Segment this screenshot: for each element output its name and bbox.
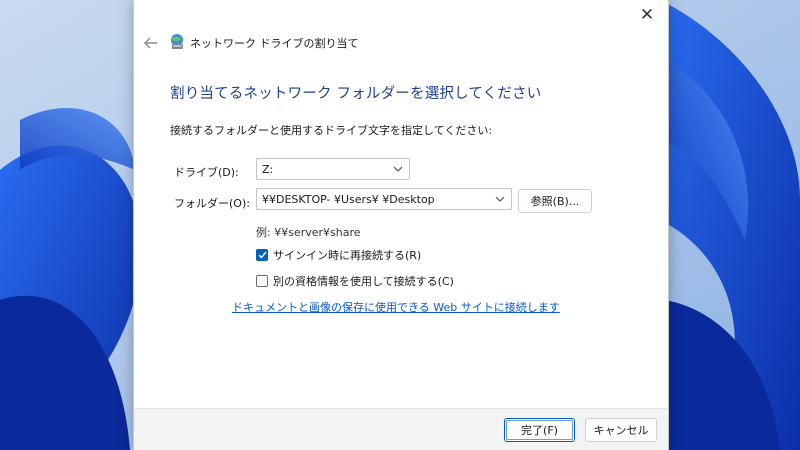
reconnect-option[interactable]: サインイン時に再接続する(R) [256, 247, 421, 263]
instruction-text: 接続するフォルダーと使用するドライブ文字を指定してください: [170, 124, 493, 137]
drive-label: ドライブ(D): [174, 166, 239, 179]
finish-button[interactable]: 完了(F) [504, 418, 575, 442]
chevron-down-icon [392, 162, 404, 176]
browse-button[interactable]: 参照(B)... [518, 189, 592, 213]
drive-select-value: Z: [262, 162, 274, 176]
back-button[interactable] [140, 32, 162, 54]
other-credentials-option[interactable]: 別の資格情報を使用して接続する(C) [256, 273, 454, 289]
close-icon: ✕ [639, 5, 655, 25]
page-heading: 割り当てるネットワーク フォルダーを選択してください [170, 86, 542, 102]
checkmark-icon [257, 251, 267, 259]
example-text: 例: ¥¥server¥share [256, 226, 361, 239]
folder-input-value: ¥¥DESKTOP- ¥Users¥ ¥Desktop [262, 192, 435, 206]
folder-input[interactable]: ¥¥DESKTOP- ¥Users¥ ¥Desktop [256, 188, 512, 210]
network-drive-icon [171, 34, 183, 49]
cancel-button[interactable]: キャンセル [585, 418, 657, 442]
other-credentials-checkbox[interactable] [256, 275, 268, 287]
drive-select[interactable]: Z: [256, 158, 410, 180]
web-site-link[interactable]: ドキュメントと画像の保存に使用できる Web サイトに接続します [232, 299, 560, 315]
close-button[interactable]: ✕ [632, 2, 662, 28]
folder-label: フォルダー(O): [174, 197, 250, 210]
reconnect-label: サインイン時に再接続する(R) [273, 249, 422, 262]
dialog-footer: 完了(F) キャンセル [134, 408, 668, 450]
dialog-title: ネットワーク ドライブの割り当て [190, 37, 359, 50]
map-network-drive-dialog: ✕ ネットワーク ドライブの割り当て 割り当てるネットワーク フォルダーを選択し… [133, 0, 669, 450]
back-arrow-icon [144, 37, 157, 49]
reconnect-checkbox[interactable] [256, 249, 268, 261]
chevron-down-icon [494, 192, 506, 206]
other-credentials-label: 別の資格情報を使用して接続する(C) [273, 275, 454, 288]
